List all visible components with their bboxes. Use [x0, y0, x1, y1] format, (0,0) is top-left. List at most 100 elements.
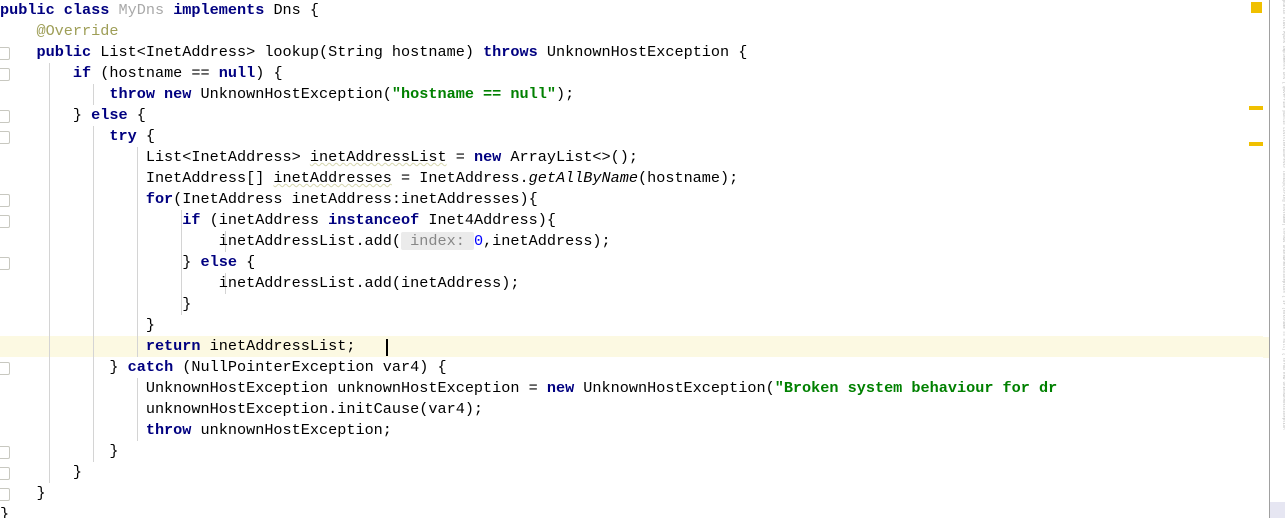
code-token: else — [200, 253, 237, 271]
code-line-text: for(InetAddress inetAddress:inetAddresse… — [0, 189, 538, 210]
code-token: { — [236, 253, 256, 271]
scroll-strip-divider — [1269, 0, 1270, 518]
code-line[interactable]: unknownHostException.initCause(var4); — [0, 399, 1263, 420]
code-line[interactable]: } else { — [0, 252, 1263, 273]
code-line[interactable]: if (inetAddress instanceof Inet4Address)… — [0, 210, 1263, 231]
code-line-text: try { — [0, 126, 155, 147]
code-line[interactable]: } catch (NullPointerException var4) { — [0, 357, 1263, 378]
code-line[interactable]: List<InetAddress> inetAddressList = new … — [0, 147, 1263, 168]
code-editor[interactable]: public class MyDns implements Dns { @Ove… — [0, 0, 1285, 518]
code-line-text: UnknownHostException unknownHostExceptio… — [0, 378, 1057, 399]
scroll-strip-bottom-tint — [1270, 502, 1285, 518]
code-line-text: } — [0, 462, 82, 483]
code-line-text: InetAddress[] inetAddresses = InetAddres… — [0, 168, 738, 189]
code-token: { — [136, 127, 155, 145]
code-token: else — [91, 106, 128, 124]
code-line[interactable]: UnknownHostException unknownHostExceptio… — [0, 378, 1263, 399]
code-viewport[interactable]: public class MyDns implements Dns { @Ove… — [0, 0, 1263, 518]
code-line[interactable]: } — [0, 462, 1263, 483]
code-line-text: inetAddressList.add( index: 0,inetAddres… — [0, 231, 611, 252]
code-token: unknownHostException.initCause(var4); — [0, 400, 484, 418]
code-line[interactable]: } — [0, 315, 1263, 336]
code-line[interactable]: inetAddressList.add(inetAddress); — [0, 273, 1263, 294]
code-token: inetAddressList.add(inetAddress); — [0, 274, 520, 292]
code-token: Dns { — [264, 1, 320, 19]
editor-scroll-strip[interactable]: public class MyDns implements Dns { @Ove… — [1263, 0, 1285, 518]
code-line[interactable]: public List<InetAddress> lookup(String h… — [0, 42, 1263, 63]
code-line[interactable]: for(InetAddress inetAddress:inetAddresse… — [0, 189, 1263, 210]
code-token: } — [0, 358, 128, 376]
code-token: throw new — [109, 85, 192, 103]
code-line[interactable]: return inetAddressList; — [0, 336, 1263, 357]
code-line-text: if (hostname == null) { — [0, 63, 283, 84]
code-line[interactable]: @Override — [0, 21, 1263, 42]
code-token: 0 — [473, 232, 484, 250]
code-token: } — [0, 442, 119, 460]
code-line[interactable]: } — [0, 294, 1263, 315]
code-line-text: unknownHostException.initCause(var4); — [0, 399, 483, 420]
code-line[interactable]: throw new UnknownHostException("hostname… — [0, 84, 1263, 105]
code-line[interactable]: public class MyDns implements Dns { — [0, 0, 1263, 21]
warning-marker[interactable] — [1249, 106, 1263, 110]
code-token: null — [218, 64, 256, 82]
code-token: ); — [555, 85, 575, 103]
code-token: Inet4Address){ — [419, 211, 556, 229]
code-token: UnknownHostException( — [574, 379, 775, 397]
code-token: unknownHostException; — [191, 421, 392, 439]
code-token: } — [0, 505, 10, 518]
code-line[interactable]: } else { — [0, 105, 1263, 126]
code-token: ArrayList<>(); — [501, 148, 639, 166]
code-token: getAllByName — [528, 169, 638, 187]
code-token: ) { — [255, 64, 283, 82]
code-token: } — [0, 316, 155, 334]
code-token: inetAddresses — [273, 169, 392, 187]
code-line[interactable]: try { — [0, 126, 1263, 147]
code-line[interactable]: inetAddressList.add( index: 0,inetAddres… — [0, 231, 1263, 252]
code-token: instanceof — [328, 211, 420, 229]
code-token: = — [446, 148, 474, 166]
warning-marker[interactable] — [1249, 142, 1263, 146]
code-token: public class — [0, 1, 119, 19]
code-token: catch — [127, 358, 174, 376]
code-token: new — [546, 379, 575, 397]
code-token: (NullPointerException var4) { — [173, 358, 447, 376]
code-line-text: } catch (NullPointerException var4) { — [0, 357, 447, 378]
code-token: } — [0, 463, 83, 481]
code-line-text: public List<InetAddress> lookup(String h… — [0, 42, 747, 63]
code-line[interactable]: } — [0, 483, 1263, 504]
code-token: List<InetAddress> lookup(String hostname… — [91, 43, 484, 61]
code-token: } — [0, 253, 201, 271]
code-token: index: — [401, 232, 474, 250]
code-line[interactable]: InetAddress[] inetAddresses = InetAddres… — [0, 168, 1263, 189]
code-token: try — [109, 127, 137, 145]
code-token: inetAddressList.add( — [0, 232, 402, 250]
code-line-text: } — [0, 504, 9, 518]
code-line-text: throw new UnknownHostException("hostname… — [0, 84, 574, 105]
code-line-text: return inetAddressList; — [0, 336, 356, 357]
code-token: } — [0, 106, 92, 124]
code-token: InetAddress[] — [0, 169, 274, 187]
code-token: ,inetAddress); — [483, 232, 611, 250]
code-line[interactable]: } — [0, 441, 1263, 462]
code-token: inetAddressList — [309, 148, 447, 166]
code-line[interactable]: if (hostname == null) { — [0, 63, 1263, 84]
warning-marker[interactable] — [1251, 2, 1262, 13]
code-line[interactable]: throw unknownHostException; — [0, 420, 1263, 441]
code-token: UnknownHostException { — [537, 43, 748, 61]
code-token: @Override — [0, 22, 119, 40]
code-token: "hostname == null" — [391, 85, 556, 103]
code-line[interactable]: } — [0, 504, 1263, 518]
code-line-text: @Override — [0, 21, 118, 42]
code-token: List<InetAddress> — [0, 148, 310, 166]
code-token: for — [145, 190, 174, 208]
code-token: UnknownHostException( — [191, 85, 392, 103]
code-token: } — [0, 484, 46, 502]
minimap-preview: public class MyDns implements Dns { @Ove… — [1281, 0, 1285, 430]
code-line-text: List<InetAddress> inetAddressList = new … — [0, 147, 638, 168]
code-token: if — [182, 211, 201, 229]
code-token: (inetAddress — [200, 211, 329, 229]
